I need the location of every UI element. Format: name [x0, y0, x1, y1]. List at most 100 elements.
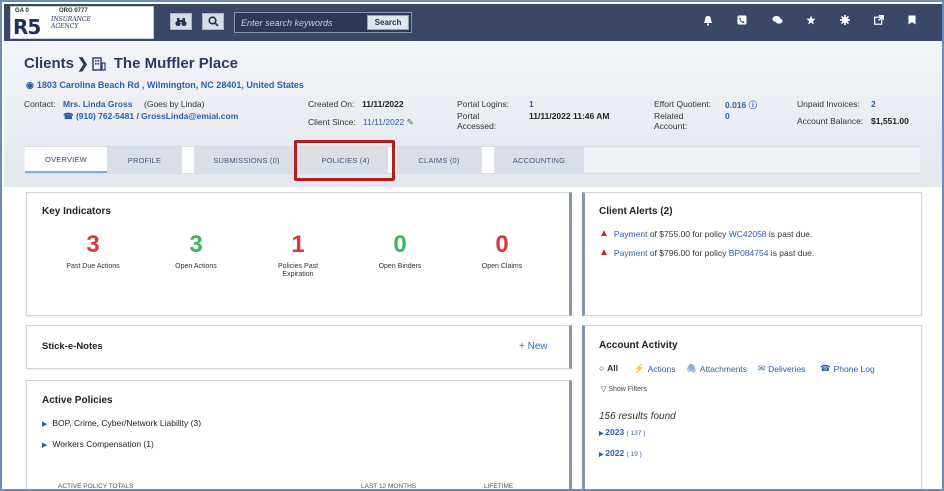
year-group-2022[interactable]: ▶ 2022 ( 19 ): [599, 448, 642, 458]
gear-icon[interactable]: [838, 15, 852, 29]
tab-profile[interactable]: PROFILE: [107, 147, 182, 173]
portal-accessed-value: 11/11/2022 11:46 AM: [529, 111, 610, 121]
related-account-label: Related Account:: [654, 111, 688, 131]
alert-tail: is past due.: [766, 228, 813, 239]
alert-text: of $755.00 for policy: [647, 228, 729, 239]
filter-actions-label: Actions: [647, 363, 676, 374]
stick-notes-title: Stick-e-Notes: [42, 341, 103, 352]
alert-payment-link[interactable]: Payment: [614, 248, 648, 258]
indicator-label: Open Binders: [378, 263, 422, 270]
tab-submissions[interactable]: SUBMISSIONS (0): [194, 147, 299, 173]
top-bar: GA 0 ORG 0777 R5 INSURANCE AGENCY Search: [4, 4, 942, 41]
new-note-button[interactable]: + New: [519, 341, 548, 352]
policy-group-row[interactable]: ▶ BOP, Crime, Cyber/Network Liability (3): [42, 418, 201, 428]
star-icon[interactable]: [804, 15, 818, 29]
tab-divider: [482, 147, 494, 173]
chevron-right-icon: ❯: [77, 55, 89, 71]
client-since-text: 11/11/2022: [363, 117, 405, 127]
client-name: The Muffler Place: [113, 55, 238, 72]
indicator-value: 3: [86, 231, 100, 258]
year-group-2023[interactable]: ▶ 2023 ( 137 ): [599, 427, 645, 437]
search-box: Search: [234, 12, 412, 33]
policy-group-row[interactable]: ▶ Workers Compensation (1): [42, 439, 154, 449]
key-indicators-title: Key Indicators: [42, 206, 111, 217]
address-text: 1803 Carolina Beach Rd , Wilmington, NC …: [36, 80, 304, 90]
tab-claims[interactable]: CLAIMS (0): [396, 147, 482, 173]
portal-logins-value[interactable]: 1: [529, 99, 534, 109]
logo-org: ORG 0777: [59, 8, 88, 14]
contact-nickname: (Goes by Linda): [144, 99, 205, 109]
agency-logo[interactable]: GA 0 ORG 0777 R5 INSURANCE AGENCY: [10, 6, 154, 39]
filter-phone-log[interactable]: ☎ Phone Log: [820, 363, 875, 374]
filter-attachments[interactable]: 🖇 Attachments: [686, 363, 747, 374]
tab-accounting[interactable]: ACCOUNTING: [494, 147, 584, 173]
bell-icon[interactable]: [701, 15, 715, 29]
results-count: 156 results found: [599, 411, 676, 422]
search-toggle-button[interactable]: [202, 13, 224, 30]
search-input[interactable]: [241, 16, 361, 30]
alert-payment-link[interactable]: Payment: [614, 229, 648, 239]
indicator-label: Policies Past Expiration: [277, 263, 319, 278]
contact-phone-text: (910) 762-5481 / GrossLinda@emial.com: [75, 111, 239, 121]
filter-actions[interactable]: ⚡ Actions: [634, 363, 675, 374]
breadcrumb-clients[interactable]: Clients: [24, 55, 74, 72]
alert-row: ▲ Payment of $796.00 for policy BP084754…: [599, 247, 814, 258]
year-label: 2023: [605, 427, 625, 437]
indicator-value: 3: [189, 231, 203, 258]
caret-right-icon: ▶: [42, 442, 48, 449]
filter-all[interactable]: ○ All: [599, 363, 618, 373]
bookmark-icon[interactable]: [905, 15, 919, 29]
bolt-icon: ⚡: [634, 363, 645, 373]
contact-phone-email[interactable]: ☎ (910) 762-5481 / GrossLinda@emial.com: [63, 111, 238, 122]
indicator-value: 0: [495, 231, 509, 258]
alert-policy-link[interactable]: BP084754: [729, 248, 769, 258]
effort-quotient-text: 0.016: [725, 100, 747, 110]
client-address[interactable]: ◉ 1803 Carolina Beach Rd , Wilmington, NC…: [26, 80, 304, 91]
active-policies-title: Active Policies: [42, 395, 113, 406]
warning-icon: ▲: [599, 247, 609, 258]
contact-name[interactable]: Mrs. Linda Gross: [63, 99, 132, 109]
chat-icon[interactable]: [770, 15, 784, 29]
paperclip-icon: 🖇: [686, 363, 697, 373]
alert-row: ▲ Payment of $755.00 for policy WC42058 …: [599, 228, 812, 239]
filter-deliveries-label: Deliveries: [768, 363, 806, 374]
effort-quotient-label: Effort Quotient:: [654, 99, 712, 109]
caret-right-icon: ▶: [42, 421, 48, 428]
search-button[interactable]: Search: [367, 15, 409, 30]
external-link-icon[interactable]: [872, 15, 886, 29]
contact-label: Contact:: [24, 99, 56, 109]
phone-icon[interactable]: [735, 15, 749, 29]
alert-text: of $796.00 for policy: [647, 247, 729, 258]
show-filters-button[interactable]: ▽ Show Filters: [601, 385, 647, 393]
effort-quotient-value[interactable]: 0.016 ⓘ: [725, 99, 757, 111]
filter-deliveries[interactable]: ✉ Deliveries: [758, 363, 805, 374]
binoculars-button[interactable]: [170, 13, 192, 30]
related-account-value[interactable]: 0: [725, 111, 730, 121]
lifetime-header: LIFETIME: [484, 483, 514, 490]
created-on-value: 11/11/2022: [362, 99, 404, 109]
client-alerts-title: Client Alerts (2): [599, 206, 673, 217]
alert-policy-link[interactable]: WC42058: [729, 229, 767, 239]
edit-icon[interactable]: ✎: [407, 117, 414, 127]
radio-icon: ○: [599, 363, 605, 373]
indicator-value: 1: [291, 231, 305, 258]
year-count: ( 19 ): [626, 451, 642, 458]
client-since-value[interactable]: 11/11/2022 ✎: [363, 117, 414, 128]
binoculars-icon: [175, 17, 187, 26]
logo-ga: GA 0: [15, 8, 29, 14]
year-count: ( 137 ): [626, 430, 646, 437]
last12-header: LAST 12 MONTHS: [361, 483, 417, 490]
info-icon[interactable]: ⓘ: [749, 100, 758, 110]
unpaid-invoices-value[interactable]: 2: [871, 99, 876, 109]
phone-icon: ☎: [820, 363, 831, 373]
indicator-label: Open Actions: [175, 263, 217, 270]
logo-brand: R5: [13, 15, 41, 39]
indicator-label: Past Due Actions: [66, 263, 120, 270]
warning-icon: ▲: [599, 228, 609, 239]
policy-group-label: BOP, Crime, Cyber/Network Liability (3): [52, 418, 202, 428]
tab-overview[interactable]: OVERVIEW: [25, 147, 107, 173]
filter-phone-log-label: Phone Log: [833, 363, 875, 374]
unpaid-invoices-label: Unpaid Invoices:: [797, 99, 860, 109]
filter-attachments-label: Attachments: [699, 363, 748, 374]
search-icon: [207, 16, 219, 27]
